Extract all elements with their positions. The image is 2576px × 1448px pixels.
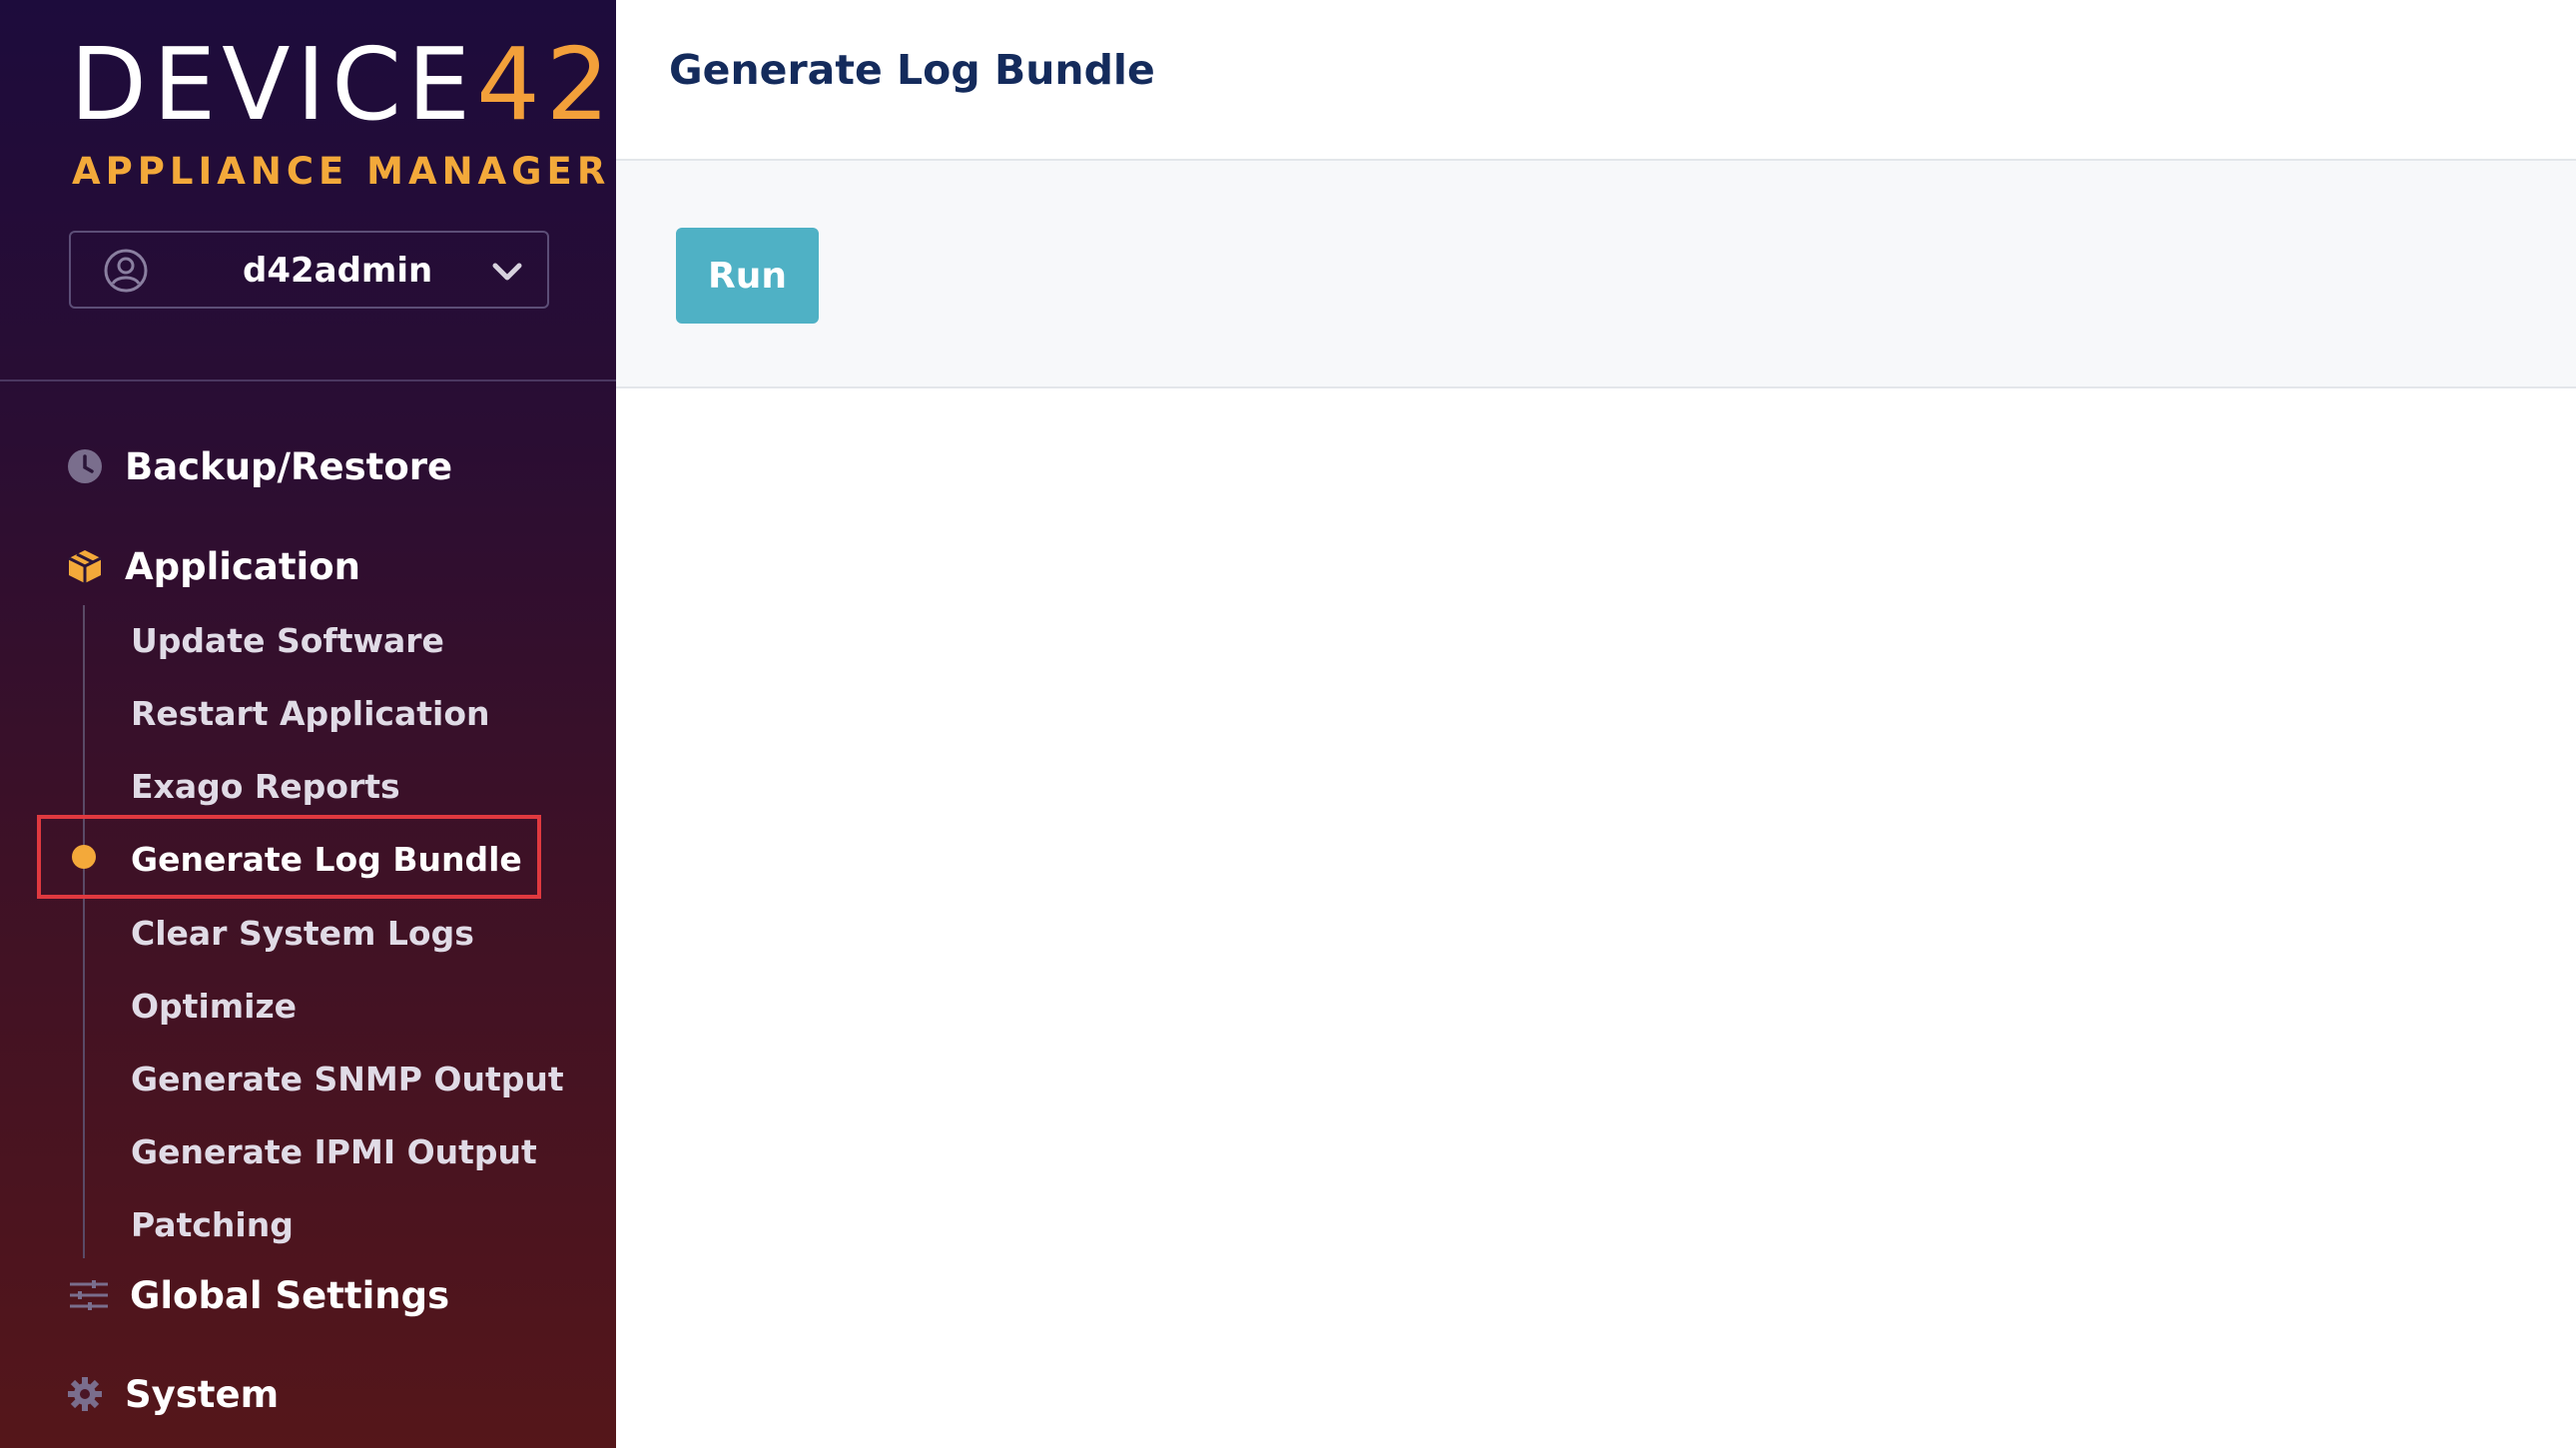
nav-item-patching[interactable]: Patching [0,1193,616,1253]
nav-item-label: Restart Application [131,694,490,733]
page-title: Generate Log Bundle [669,46,1155,94]
nav-global-settings[interactable]: Global Settings [0,1260,616,1330]
logo-text: DEVICE [70,26,477,143]
nav-system[interactable]: System [0,1359,616,1429]
nav-item-restart-application[interactable]: Restart Application [0,682,616,742]
nav-section-label: Backup/Restore [125,445,453,488]
gear-icon [68,1377,102,1411]
appliance-manager-app: DEVICE42 APPLIANCE MANAGER d42admin Back… [0,0,2576,1448]
nav-application[interactable]: Application [0,531,616,601]
main-content: Generate Log Bundle Run [616,0,2576,1448]
nav-item-label: Exago Reports [131,767,400,806]
nav-item-optimize[interactable]: Optimize [0,975,616,1035]
logo: DEVICE42 [70,30,615,140]
nav-item-label: Optimize [131,987,298,1026]
nav-item-label: Generate Log Bundle [131,840,522,879]
nav-item-label: Generate IPMI Output [131,1132,537,1171]
nav-item-label: Generate SNMP Output [131,1060,564,1098]
nav-backup-restore[interactable]: Backup/Restore [0,431,616,501]
run-button[interactable]: Run [676,228,819,324]
nav-item-label: Patching [131,1205,294,1244]
nav-item-exago-reports[interactable]: Exago Reports [0,755,616,815]
action-bar: Run [616,161,2576,388]
nav-section-label: Global Settings [130,1274,450,1317]
clock-icon [68,449,102,483]
nav-item-generate-ipmi-output[interactable]: Generate IPMI Output [0,1120,616,1180]
chevron-down-icon [492,263,522,281]
user-circle-icon [104,249,148,293]
nav-section-label: Application [125,545,361,588]
logo-subtitle: APPLIANCE MANAGER [72,150,611,193]
nav-item-clear-system-logs[interactable]: Clear System Logs [0,902,616,962]
user-dropdown[interactable]: d42admin [69,231,549,309]
nav-item-update-software[interactable]: Update Software [0,609,616,669]
nav-item-label: Clear System Logs [131,914,474,953]
nav-item-generate-log-bundle[interactable]: Generate Log Bundle [0,828,616,888]
sidebar: DEVICE42 APPLIANCE MANAGER d42admin Back… [0,0,616,1448]
sliders-icon [70,1280,108,1310]
logo-area: DEVICE42 APPLIANCE MANAGER d42admin [0,0,616,381]
nav-item-generate-snmp-output[interactable]: Generate SNMP Output [0,1048,616,1107]
box-icon [68,550,102,583]
page-header: Generate Log Bundle [616,0,2576,161]
nav-section-label: System [125,1373,280,1416]
logo-number: 42 [476,26,616,143]
nav-item-label: Update Software [131,621,444,660]
user-name: d42admin [243,251,433,291]
